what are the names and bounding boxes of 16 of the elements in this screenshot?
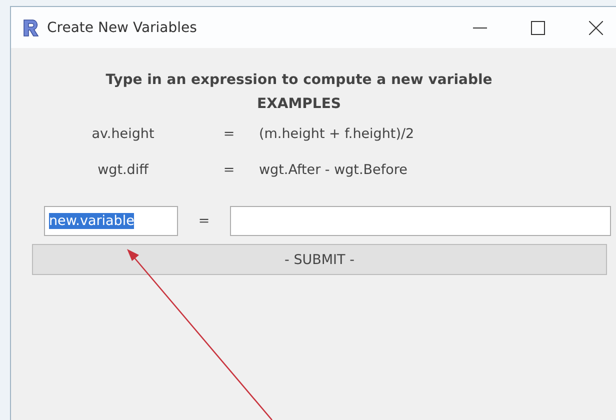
- examples-heading: EXAMPLES: [256, 95, 342, 114]
- example-name: av.height: [90, 126, 156, 142]
- example-name: wgt.diff: [96, 162, 150, 178]
- variable-name-field[interactable]: new.variable: [44, 206, 178, 236]
- submit-button[interactable]: - SUBMIT -: [32, 244, 607, 275]
- equals-sign: =: [222, 126, 236, 142]
- expression-field[interactable]: [230, 206, 611, 236]
- close-icon[interactable]: [589, 20, 603, 34]
- example-expression: (m.height + f.height)/2: [259, 126, 414, 142]
- equals-sign: =: [197, 213, 211, 229]
- maximize-icon[interactable]: [531, 20, 545, 34]
- instruction-heading: Type in an expression to compute a new variable: [104, 71, 494, 90]
- equals-sign: =: [222, 162, 236, 178]
- example-expression: wgt.After - wgt.Before: [259, 162, 408, 178]
- r-logo-icon: [21, 18, 41, 38]
- window-title: Create New Variables: [47, 20, 197, 36]
